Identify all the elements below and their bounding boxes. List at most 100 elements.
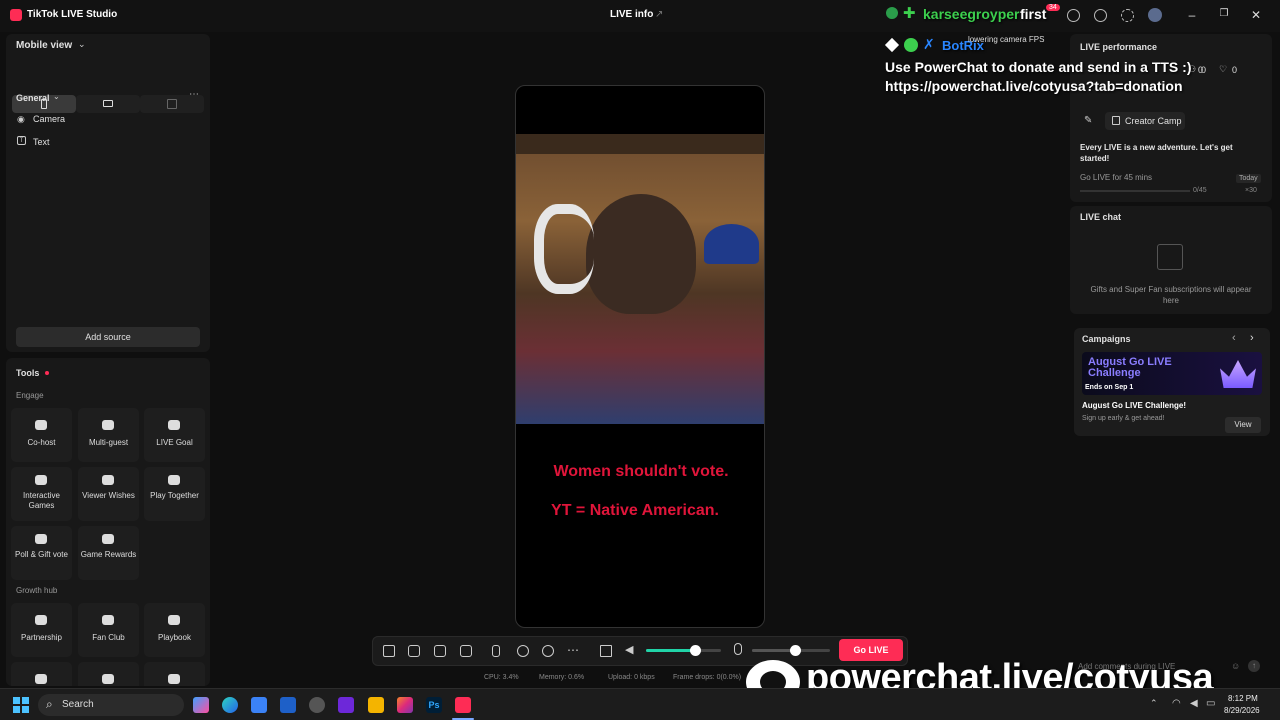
user-avatar-icon — [886, 7, 898, 19]
tool-icon — [102, 674, 114, 684]
tool-poll-gift-vote[interactable]: Poll & Gift vote — [11, 526, 72, 580]
tool-co-host[interactable]: Co-host — [11, 408, 72, 462]
view-selector[interactable]: Mobile view — [16, 40, 72, 51]
layout-icon[interactable] — [408, 645, 420, 657]
avatar[interactable] — [1148, 8, 1162, 22]
media-icon[interactable] — [338, 697, 354, 713]
effects-icon[interactable] — [542, 645, 554, 657]
perf-stat-3: 0 — [1232, 65, 1238, 75]
live-info-button[interactable]: LIVE info — [610, 9, 653, 20]
overlay-message-line2: https://powerchat.live/cotyusa?tab=donat… — [885, 78, 1183, 94]
tool-more[interactable] — [144, 662, 205, 686]
headphones-icon — [534, 204, 594, 294]
tool-interactive-games[interactable]: Interactive Games — [11, 467, 72, 521]
mail-icon[interactable] — [280, 697, 296, 713]
github-icon[interactable] — [309, 697, 325, 713]
today-badge: Today — [1236, 174, 1261, 183]
magic-wand-icon[interactable] — [383, 645, 395, 657]
record-icon[interactable] — [517, 645, 529, 657]
store-icon[interactable] — [251, 697, 267, 713]
campaign-banner[interactable]: August Go LIVE Challenge Ends on Sep 1 — [1082, 352, 1262, 395]
file-explorer-icon[interactable] — [368, 697, 384, 713]
landscape-icon — [103, 100, 113, 107]
help-icon[interactable] — [1094, 9, 1107, 22]
engage-label: Engage — [16, 391, 44, 400]
campaign-subtitle: Sign up early & get ahead! — [1082, 415, 1165, 422]
photoshop-icon[interactable]: Ps — [426, 697, 442, 713]
tool-icon — [168, 674, 180, 684]
source-text[interactable]: Text — [33, 137, 50, 147]
source-camera[interactable]: Camera — [33, 114, 65, 124]
restore-icon[interactable]: ❐ — [1216, 8, 1232, 19]
copilot-icon[interactable] — [193, 697, 209, 713]
speaker-icon[interactable]: ◀ — [625, 643, 633, 656]
share-icon[interactable]: ↗ — [655, 9, 663, 20]
campaign-view-button[interactable]: View — [1225, 417, 1261, 433]
cap — [704, 224, 759, 264]
gamepad-icon — [35, 475, 47, 485]
edit-icon[interactable]: ✎ — [1084, 115, 1092, 126]
mic-fill — [752, 649, 795, 652]
tool-fan-club[interactable]: Fan Club — [78, 603, 139, 657]
chevron-down-icon[interactable]: ⌄ — [78, 39, 86, 50]
ai-icon[interactable] — [1067, 9, 1080, 22]
goal-label: Go LIVE for 45 mins — [1080, 173, 1153, 182]
edge-icon[interactable] — [222, 697, 238, 713]
tool-partnership[interactable]: Partnership — [11, 603, 72, 657]
stream-preview[interactable]: Women shouldn't vote. YT = Native Americ… — [515, 85, 765, 628]
wifi-icon[interactable]: ◠ — [1172, 698, 1181, 709]
live-chat-panel: LIVE chat Gifts and Super Fan subscripti… — [1070, 206, 1272, 314]
snapshot-icon[interactable] — [434, 645, 446, 657]
tool-more[interactable] — [78, 662, 139, 686]
add-source-button[interactable]: Add source — [16, 327, 200, 347]
taskbar-search[interactable]: ⌕ Search — [38, 694, 184, 716]
send-icon[interactable]: ↑ — [1248, 660, 1260, 672]
creator-camp-button[interactable]: Creator Camp — [1105, 112, 1185, 130]
more-options-icon[interactable]: ⋯ — [189, 89, 199, 100]
screen-share-icon[interactable] — [460, 645, 472, 657]
tiktok-logo-icon — [10, 9, 22, 21]
mic-knob[interactable] — [789, 645, 801, 656]
co-host-icon — [35, 420, 47, 430]
goal-progress: 0/45 — [1193, 187, 1207, 194]
live-chat-title: LIVE chat — [1080, 212, 1122, 222]
taskbar: ⌕ Search Ps ⌃ ◠ ◀ ▭ 8:12 PM 8/29/2026 — [0, 688, 1280, 720]
more-icon[interactable]: ⋯ — [567, 643, 579, 657]
volume-icon[interactable]: ◀ — [1190, 698, 1198, 709]
chevron-right-icon[interactable]: › — [1250, 332, 1254, 344]
tool-playbook[interactable]: Playbook — [144, 603, 205, 657]
overlay-first: first — [1020, 6, 1047, 22]
minimize-icon[interactable]: – — [1184, 8, 1200, 22]
chevron-down-icon[interactable]: ⌄ — [53, 92, 60, 101]
tool-viewer-wishes[interactable]: Viewer Wishes — [78, 467, 139, 521]
instagram-icon[interactable] — [397, 697, 413, 713]
chevron-up-icon[interactable]: ⌃ — [1150, 698, 1158, 709]
microphone-icon[interactable] — [734, 643, 742, 655]
tool-more[interactable] — [11, 662, 72, 686]
volume-slider[interactable] — [646, 649, 721, 652]
tiktok-live-studio-icon[interactable] — [455, 697, 471, 713]
clock-date[interactable]: 8/29/2026 — [1224, 706, 1260, 715]
battery-icon[interactable]: ▭ — [1206, 698, 1215, 709]
clock-time[interactable]: 8:12 PM — [1228, 694, 1258, 703]
tool-game-rewards[interactable]: Game Rewards — [78, 526, 139, 580]
volume-fill — [646, 649, 695, 652]
tool-play-together[interactable]: Play Together — [144, 467, 205, 521]
tool-live-goal[interactable]: LIVE Goal — [144, 408, 205, 462]
search-label: Search — [62, 699, 94, 710]
phone-icon[interactable] — [492, 645, 500, 657]
emoji-icon[interactable]: ☺ — [1231, 661, 1240, 671]
volume-knob[interactable] — [689, 645, 701, 656]
mixer-icon[interactable] — [600, 645, 612, 657]
diamond-icon — [884, 37, 900, 53]
landscape-mode-button[interactable] — [76, 95, 140, 113]
close-icon[interactable]: ✕ — [1248, 8, 1264, 22]
windows-start-icon[interactable] — [13, 697, 29, 713]
text-icon: T — [17, 136, 26, 145]
tool-multi-guest[interactable]: Multi-guest — [78, 408, 139, 462]
settings-gear-icon[interactable] — [1121, 9, 1134, 22]
tools-header: Tools — [16, 368, 40, 378]
goal-reward: ×30 — [1245, 187, 1257, 194]
general-group[interactable]: General — [16, 93, 50, 103]
chevron-left-icon[interactable]: ‹ — [1232, 332, 1236, 344]
